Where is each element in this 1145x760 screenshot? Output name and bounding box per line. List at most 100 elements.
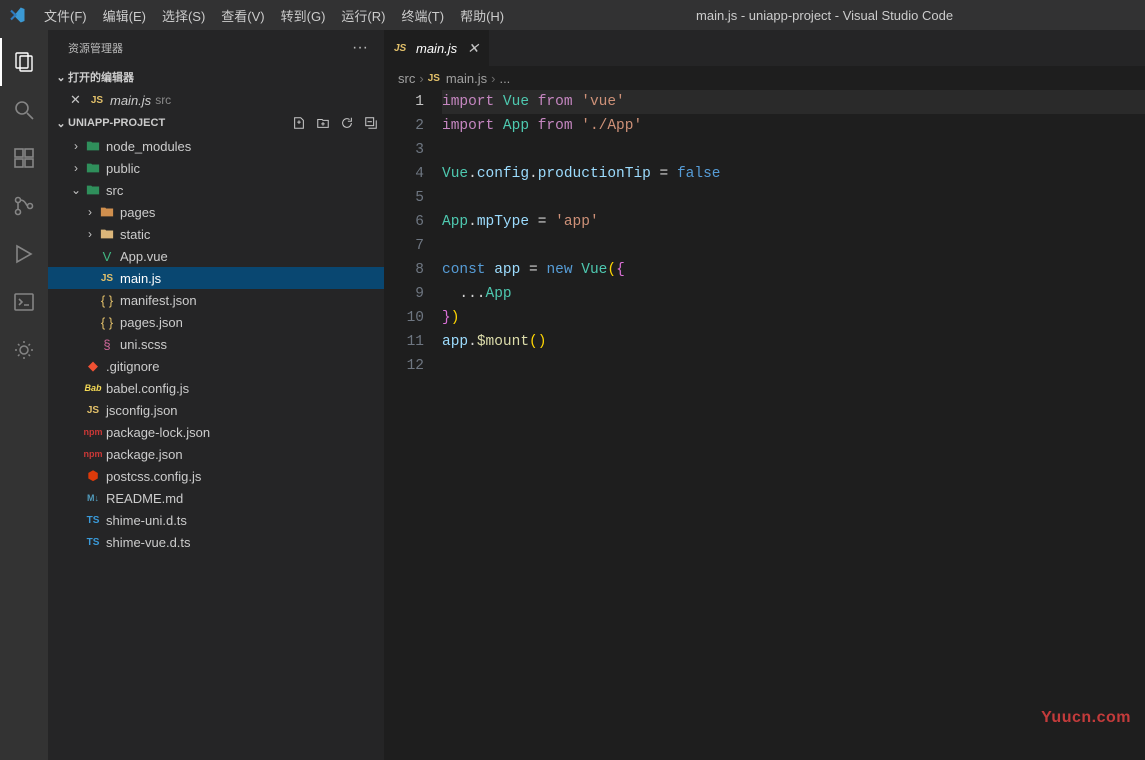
editor-tab[interactable]: JS main.js ✕ [384,30,490,66]
tree-file[interactable]: TSshime-vue.d.ts [48,531,384,553]
collapse-all-icon[interactable] [364,116,378,130]
menu-item[interactable]: 转到(G) [273,2,334,29]
menu-item[interactable]: 文件(F) [36,2,95,29]
tree-file[interactable]: Babbabel.config.js [48,377,384,399]
activity-run-debug-icon[interactable] [0,230,48,278]
tree-item-label: shime-uni.d.ts [106,513,187,528]
tree-file[interactable]: § uni.scss [48,333,384,355]
new-folder-icon[interactable] [316,116,330,130]
menu-item[interactable]: 终端(T) [393,2,452,29]
line-number: 10 [384,306,424,330]
tree-folder[interactable]: ⌄src [48,179,384,201]
code-line[interactable]: import Vue from 'vue' [442,90,1145,114]
tree-file[interactable]: { }pages.json [48,311,384,333]
breadcrumbs[interactable]: src › JS main.js ›... [384,66,1145,90]
close-editor-icon[interactable]: ✕ [70,92,88,108]
code-content[interactable]: import Vue from 'vue'import App from './… [442,90,1145,760]
tree-file[interactable]: { }manifest.json [48,289,384,311]
folder-icon [98,227,116,241]
activity-source-control-icon[interactable] [0,182,48,230]
line-number: 3 [384,138,424,162]
menu-item[interactable]: 选择(S) [154,2,213,29]
file-icon: { } [98,293,116,308]
code-line[interactable] [442,186,1145,210]
file-icon: M↓ [84,493,102,503]
code-editor[interactable]: 123456789101112 import Vue from 'vue'imp… [384,90,1145,760]
folder-icon [98,205,116,219]
tree-file[interactable]: M↓ README.md [48,487,384,509]
tree-file[interactable]: npmpackage.json [48,443,384,465]
activity-ai-icon[interactable] [0,326,48,374]
breadcrumb-item[interactable]: main.js [446,71,487,86]
sidebar-title: 资源管理器 [68,40,123,56]
tree-item-label: uni.scss [120,337,167,352]
refresh-icon[interactable] [340,116,354,130]
breadcrumb-item[interactable]: ... [499,71,510,86]
tree-file[interactable]: TS shime-uni.d.ts [48,509,384,531]
tree-file[interactable]: JSmain.js [48,267,384,289]
tree-item-label: jsconfig.json [106,403,178,418]
project-name-label: UNIAPP-PROJECT [68,117,165,129]
new-file-icon[interactable] [292,116,306,130]
line-gutter: 123456789101112 [384,90,442,760]
open-editors-label: 打开的编辑器 [68,69,134,85]
sidebar-header: 资源管理器 ··· [48,30,384,65]
chevron-down-icon: ⌄ [68,183,84,197]
line-number: 2 [384,114,424,138]
menu-item[interactable]: 运行(R) [333,2,393,29]
code-line[interactable]: Vue.config.productionTip = false [442,162,1145,186]
activity-explorer-icon[interactable] [0,38,48,86]
menu-item[interactable]: 查看(V) [213,2,272,29]
breadcrumb-separator-icon: › [491,71,495,86]
menu-item[interactable]: 帮助(H) [452,2,512,29]
file-icon: npm [84,449,102,459]
chevron-right-icon: › [82,227,98,241]
js-file-icon: JS [428,73,440,84]
tree-folder[interactable]: ›pages [48,201,384,223]
activity-search-icon[interactable] [0,86,48,134]
tree-file[interactable]: ◆.gitignore [48,355,384,377]
code-line[interactable] [442,354,1145,378]
chevron-down-icon: ⌄ [54,71,68,84]
vscode-logo-icon [8,6,26,24]
file-icon: JS [84,405,102,416]
sidebar-more-icon[interactable]: ··· [352,39,368,57]
menu-item[interactable]: 编辑(E) [95,2,154,29]
open-editor-item[interactable]: ✕ JS main.js src [48,89,384,111]
tree-folder[interactable]: ›public [48,157,384,179]
code-line[interactable] [442,138,1145,162]
tree-item-label: package-lock.json [106,425,210,440]
tree-file[interactable]: ⬢postcss.config.js [48,465,384,487]
tree-folder[interactable]: ›static [48,223,384,245]
file-icon: § [98,337,116,352]
line-number: 5 [384,186,424,210]
line-number: 1 [384,90,424,114]
activity-extensions-icon[interactable] [0,134,48,182]
folder-icon [84,183,102,197]
file-icon: TS [84,515,102,526]
file-tree: ›node_modules›public⌄src›pages›staticVAp… [48,135,384,553]
code-line[interactable]: const app = new Vue({ [442,258,1145,282]
tab-label: main.js [416,41,457,56]
tree-item-label: README.md [106,491,183,506]
project-section[interactable]: ⌄ UNIAPP-PROJECT [48,111,384,135]
code-line[interactable]: }) [442,306,1145,330]
tree-item-label: main.js [120,271,161,286]
open-editors-section[interactable]: ⌄ 打开的编辑器 [48,65,384,89]
file-icon: ⬢ [84,468,102,484]
close-tab-icon[interactable]: ✕ [467,40,479,57]
code-line[interactable] [442,234,1145,258]
code-line[interactable]: App.mpType = 'app' [442,210,1145,234]
code-line[interactable]: app.$mount() [442,330,1145,354]
breadcrumb-separator-icon: › [419,71,423,86]
breadcrumb-item[interactable]: src [398,71,415,86]
line-number: 12 [384,354,424,378]
tree-file[interactable]: npmpackage-lock.json [48,421,384,443]
tree-folder[interactable]: ›node_modules [48,135,384,157]
tree-file[interactable]: VApp.vue [48,245,384,267]
tree-file[interactable]: JS jsconfig.json [48,399,384,421]
code-line[interactable]: ...App [442,282,1145,306]
chevron-down-icon: ⌄ [54,117,68,130]
code-line[interactable]: import App from './App' [442,114,1145,138]
activity-terminal-icon[interactable] [0,278,48,326]
